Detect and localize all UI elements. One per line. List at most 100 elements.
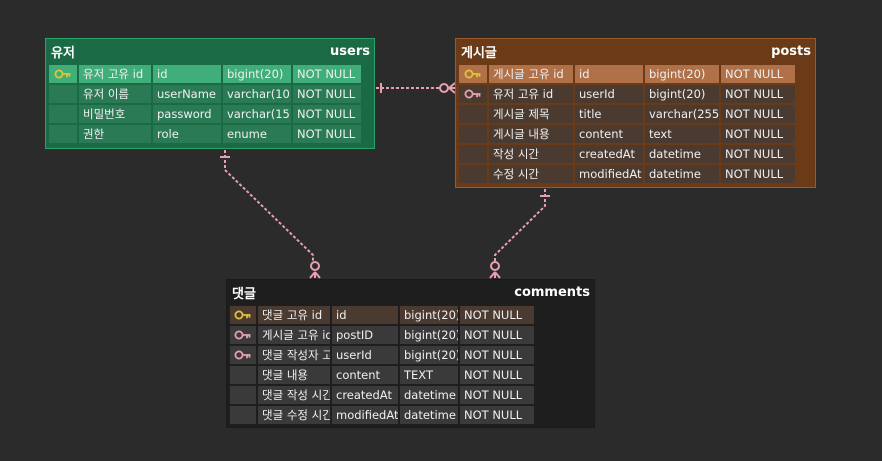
table-row[interactable]: 작성 시간 createdAt datetime NOT NULL bbox=[458, 144, 813, 164]
column-name: userName bbox=[153, 85, 221, 103]
column-logical-name: 댓글 내용 bbox=[258, 366, 330, 384]
column-logical-name: 게시글 제목 bbox=[489, 105, 573, 123]
column-type: datetime bbox=[400, 406, 458, 424]
column-name: password bbox=[153, 105, 221, 123]
column-logical-name: 권한 bbox=[79, 125, 151, 143]
column-null-constraint: NOT NULL bbox=[460, 366, 534, 384]
column-name: id bbox=[153, 65, 221, 83]
table-row[interactable]: 권한 role enume NOT NULL bbox=[48, 124, 372, 144]
column-type: bigint(20) bbox=[223, 65, 291, 83]
column-null-constraint: NOT NULL bbox=[460, 406, 534, 424]
table-row[interactable]: 유저 이름 userName varchar(10) NOT NULL bbox=[48, 84, 372, 104]
foreign-key-icon bbox=[464, 89, 482, 99]
table-physical-name: comments bbox=[514, 284, 590, 300]
column-null-constraint: NOT NULL bbox=[293, 85, 361, 103]
column-null-constraint: NOT NULL bbox=[460, 346, 534, 364]
column-type: datetime bbox=[400, 386, 458, 404]
column-logical-name: 작성 시간 bbox=[489, 145, 573, 163]
column-logical-name: 비밀번호 bbox=[79, 105, 151, 123]
table-logical-name: 게시글 bbox=[461, 45, 497, 61]
column-name: id bbox=[332, 306, 398, 324]
column-logical-name: 댓글 수정 시간 bbox=[258, 406, 330, 424]
column-null-constraint: NOT NULL bbox=[460, 306, 534, 324]
column-null-constraint: NOT NULL bbox=[293, 105, 361, 123]
column-logical-name: 수정 시간 bbox=[489, 165, 573, 183]
column-logical-name: 유저 이름 bbox=[79, 85, 151, 103]
key-cell bbox=[230, 306, 256, 324]
column-logical-name: 댓글 작성자 고유 id bbox=[258, 346, 330, 364]
column-null-constraint: NOT NULL bbox=[293, 65, 361, 83]
key-cell bbox=[230, 406, 256, 424]
column-type: TEXT bbox=[400, 366, 458, 384]
table-row[interactable]: 유저 고유 id userId bigint(20) NOT NULL bbox=[458, 84, 813, 104]
table-posts[interactable]: 게시글 posts 게시글 고유 id id bigint(20) NOT NULL 유저 … bbox=[455, 38, 816, 188]
link-posts-comments-many-marker bbox=[489, 271, 501, 279]
column-type: text bbox=[645, 125, 719, 143]
column-logical-name: 댓글 고유 id bbox=[258, 306, 330, 324]
column-logical-name: 댓글 작성 시간 bbox=[258, 386, 330, 404]
column-type: datetime bbox=[645, 165, 719, 183]
table-logical-name: 댓글 bbox=[232, 286, 256, 302]
table-row[interactable]: 댓글 작성 시간 createdAt datetime NOT NULL bbox=[229, 385, 592, 405]
key-cell bbox=[459, 145, 487, 163]
column-null-constraint: NOT NULL bbox=[721, 165, 795, 183]
table-row[interactable]: 비밀번호 password varchar(15) NOT NULL bbox=[48, 104, 372, 124]
column-type: varchar(10) bbox=[223, 85, 291, 103]
column-name: userId bbox=[332, 346, 398, 364]
column-null-constraint: NOT NULL bbox=[721, 105, 795, 123]
column-logical-name: 게시글 고유 id bbox=[258, 326, 330, 344]
key-cell bbox=[459, 65, 487, 83]
column-name: modifiedAt bbox=[332, 406, 398, 424]
column-name: title bbox=[575, 105, 643, 123]
column-type: varchar(255) bbox=[645, 105, 719, 123]
key-cell bbox=[459, 165, 487, 183]
key-cell bbox=[49, 105, 77, 123]
column-null-constraint: NOT NULL bbox=[460, 386, 534, 404]
table-users[interactable]: 유저 users 유저 고유 id id bigint(20) NOT NULL 유저 이름… bbox=[45, 38, 375, 149]
link-posts-comments-line bbox=[494, 189, 546, 262]
column-type: bigint(20) bbox=[400, 306, 458, 324]
table-row[interactable]: 댓글 작성자 고유 iduserIdbigint(20)NOT NULL bbox=[229, 345, 592, 365]
table-row[interactable]: 댓글 수정 시간 modifiedAt datetime NOT NULL bbox=[229, 405, 592, 425]
column-null-constraint: NOT NULL bbox=[721, 125, 795, 143]
table-row[interactable]: 유저 고유 id id bigint(20) NOT NULL bbox=[48, 64, 372, 84]
column-type: enume bbox=[223, 125, 291, 143]
table-physical-name: posts bbox=[771, 43, 811, 59]
key-cell bbox=[230, 326, 256, 344]
column-type: datetime bbox=[645, 145, 719, 163]
table-header[interactable]: 게시글 posts bbox=[456, 39, 815, 63]
foreign-key-icon bbox=[234, 350, 252, 360]
key-cell bbox=[230, 346, 256, 364]
link-users-comments-zero-marker bbox=[310, 261, 320, 271]
table-header[interactable]: 유저 users bbox=[46, 39, 374, 63]
key-cell bbox=[49, 65, 77, 83]
table-comments[interactable]: 댓글 comments 댓글 고유 id id bigint(20) NOT NULL 게시… bbox=[226, 279, 595, 428]
key-cell bbox=[230, 386, 256, 404]
column-name: content bbox=[575, 125, 643, 143]
column-name: createdAt bbox=[332, 386, 398, 404]
column-type: bigint(20) bbox=[400, 346, 458, 364]
table-row[interactable]: 수정 시간 modifiedAt datetime NOT NULL bbox=[458, 164, 813, 184]
key-cell bbox=[459, 105, 487, 123]
column-name: content bbox=[332, 366, 398, 384]
column-logical-name: 유저 고유 id bbox=[489, 85, 573, 103]
table-row[interactable]: 게시글 고유 id postID bigint(20) NOT NULL bbox=[229, 325, 592, 345]
column-logical-name: 게시글 고유 id bbox=[489, 65, 573, 83]
key-cell bbox=[49, 125, 77, 143]
key-cell bbox=[230, 366, 256, 384]
table-row[interactable]: 게시글 고유 id id bigint(20) NOT NULL bbox=[458, 64, 813, 84]
table-row[interactable]: 댓글 내용 content TEXT NOT NULL bbox=[229, 365, 592, 385]
primary-key-icon bbox=[234, 310, 252, 320]
key-cell bbox=[459, 85, 487, 103]
table-header[interactable]: 댓글 comments bbox=[227, 280, 594, 304]
link-users-comments-many-marker bbox=[309, 271, 321, 279]
key-cell bbox=[49, 85, 77, 103]
table-row[interactable]: 게시글 제목 title varchar(255) NOT NULL bbox=[458, 104, 813, 124]
key-cell bbox=[459, 125, 487, 143]
table-row[interactable]: 댓글 고유 id id bigint(20) NOT NULL bbox=[229, 305, 592, 325]
column-name: postID bbox=[332, 326, 398, 344]
foreign-key-icon bbox=[234, 330, 252, 340]
table-row[interactable]: 게시글 내용 content text NOT NULL bbox=[458, 124, 813, 144]
column-null-constraint: NOT NULL bbox=[293, 125, 361, 143]
column-logical-name: 게시글 내용 bbox=[489, 125, 573, 143]
